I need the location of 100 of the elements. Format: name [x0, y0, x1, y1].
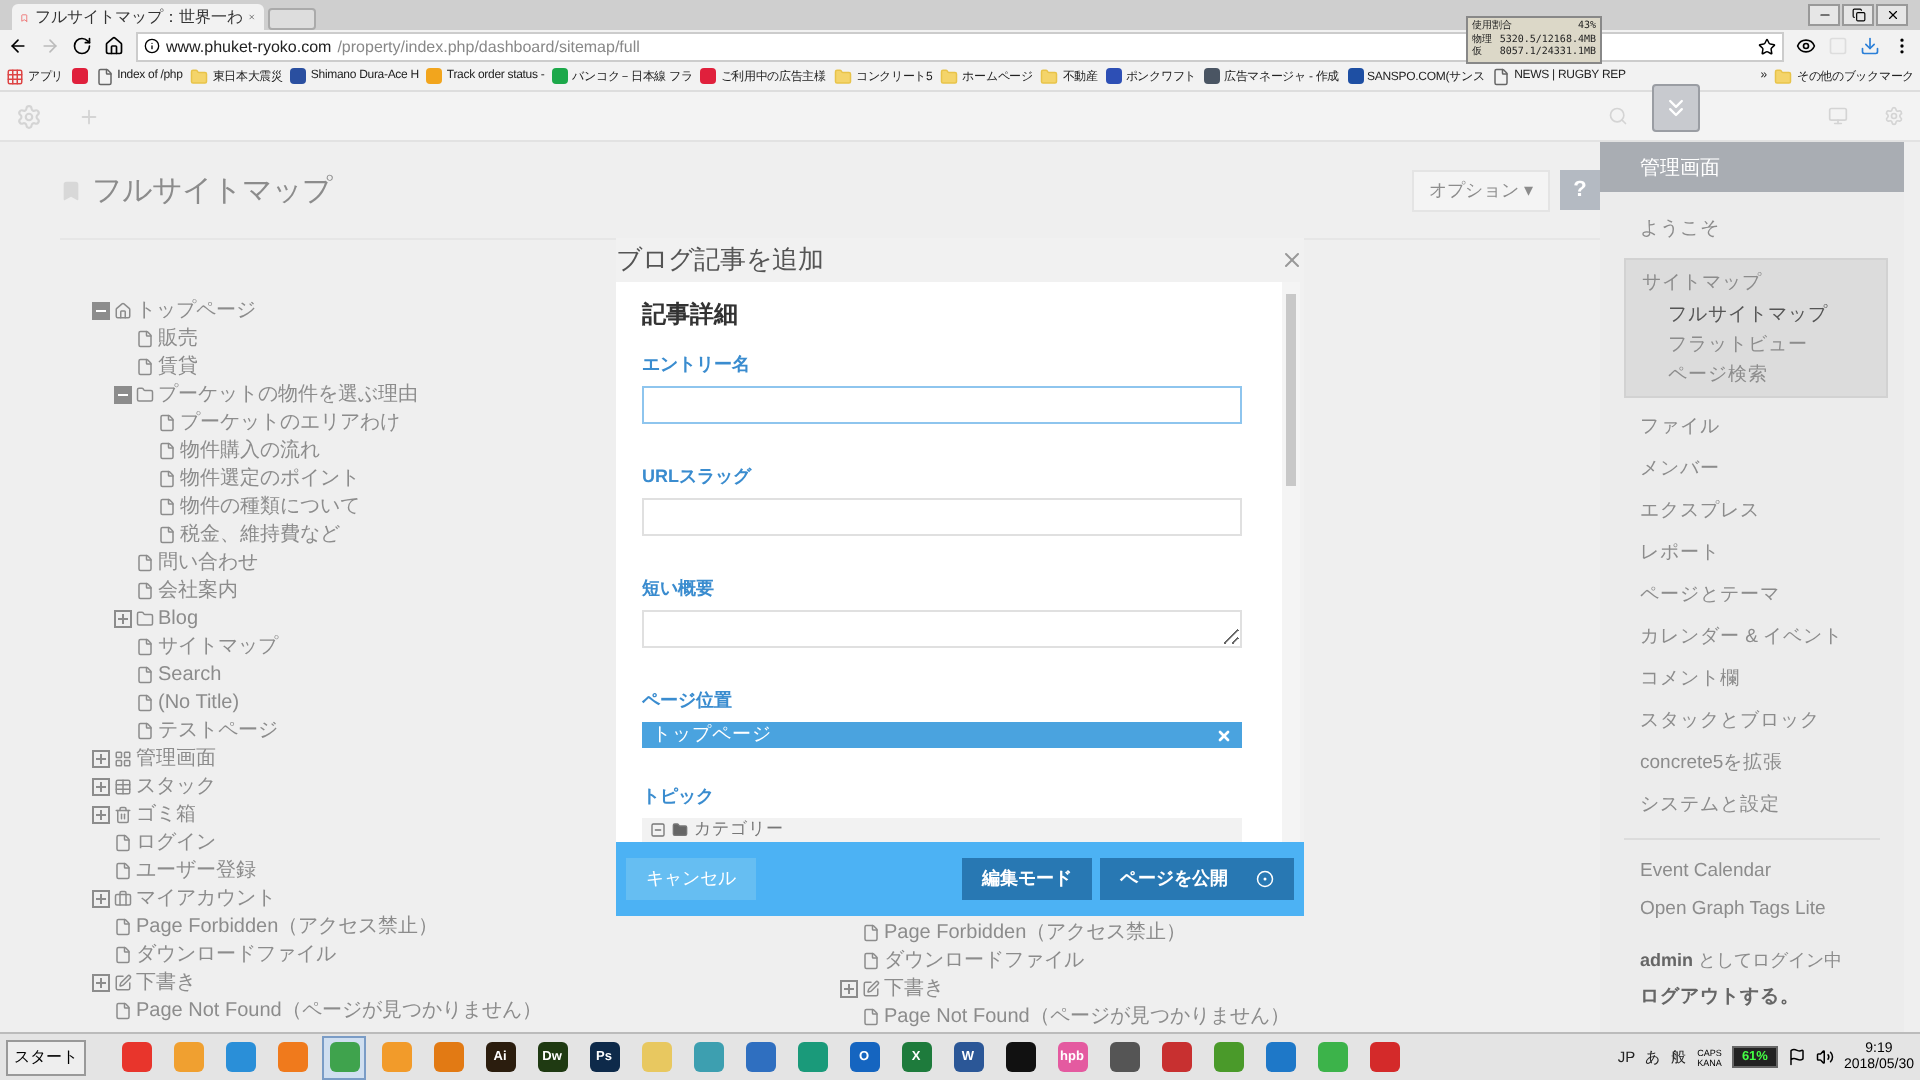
- back-icon[interactable]: [8, 36, 28, 56]
- tree-item[interactable]: 税金、維持費など: [180, 520, 340, 548]
- sidebar-item[interactable]: カレンダー & イベント: [1600, 616, 1904, 658]
- home-icon[interactable]: [104, 36, 124, 56]
- tree-item[interactable]: ダウンロードファイル: [884, 946, 1084, 974]
- publish-button[interactable]: ページを公開: [1100, 858, 1294, 900]
- page-icon: [136, 581, 154, 599]
- expand-icon[interactable]: [92, 805, 110, 823]
- page-title: フルサイトマップ: [92, 171, 332, 209]
- tree-item[interactable]: 下書き: [884, 974, 944, 1002]
- sidebar-item[interactable]: ようこそ: [1600, 208, 1904, 250]
- forward-icon[interactable]: [40, 36, 60, 56]
- sidebar-item[interactable]: システムと設定: [1600, 784, 1904, 826]
- tree-item[interactable]: プーケットの物件を選ぶ理由: [158, 380, 418, 408]
- tree-item[interactable]: ダウンロードファイル: [136, 940, 336, 968]
- sidebar-item[interactable]: ファイル: [1600, 406, 1904, 448]
- help-button[interactable]: ?: [1560, 170, 1600, 210]
- tree-item[interactable]: 下書き: [136, 968, 196, 996]
- table-icon: [114, 777, 132, 795]
- tree-item[interactable]: ログイン: [136, 828, 216, 856]
- sidebar-item[interactable]: フルサイトマップ: [1626, 300, 1886, 330]
- sidebar-item[interactable]: サイトマップ: [1626, 264, 1886, 300]
- bookmark-icon: [60, 179, 82, 201]
- logout-link[interactable]: ログアウトする。: [1600, 980, 1904, 1010]
- page-icon: [114, 945, 132, 963]
- input-field[interactable]: [642, 386, 1242, 424]
- bookmark-star-icon[interactable]: [1758, 37, 1776, 55]
- tree-item[interactable]: Page Forbidden（アクセス禁止）: [136, 912, 439, 940]
- download-arrows-icon[interactable]: [1652, 84, 1700, 132]
- textarea-field[interactable]: [642, 610, 1242, 648]
- close-icon[interactable]: [1280, 248, 1304, 272]
- tree-item[interactable]: Page Not Found（ページが見つかりません）: [136, 996, 542, 1024]
- sidebar-item[interactable]: ページ検索: [1626, 360, 1886, 390]
- tree-item[interactable]: Page Forbidden（アクセス禁止）: [884, 918, 1187, 946]
- apps-grid-icon: [6, 67, 24, 85]
- collapse-icon[interactable]: [650, 822, 666, 838]
- cancel-button[interactable]: キャンセル: [626, 858, 756, 900]
- sidebar-header[interactable]: 管理画面: [1600, 142, 1904, 192]
- minimize-button[interactable]: [1808, 4, 1840, 26]
- sidebar-item[interactable]: エクスプレス: [1600, 490, 1904, 532]
- tree-item[interactable]: Blog: [158, 607, 199, 629]
- home-icon: [114, 301, 132, 319]
- sidebar-item[interactable]: スタックとブロック: [1600, 700, 1904, 742]
- tree-item[interactable]: (No Title): [158, 691, 240, 713]
- volume-icon[interactable]: [1815, 1048, 1834, 1066]
- tree-item[interactable]: 販売: [158, 324, 198, 352]
- sidebar-item[interactable]: concrete5を拡張: [1600, 742, 1904, 784]
- remove-icon[interactable]: [1216, 727, 1232, 743]
- browser-tab[interactable]: フルサイトマップ：世界一わ: [12, 4, 264, 30]
- tree-item[interactable]: プーケットのエリアわけ: [180, 408, 400, 436]
- sidebar-item[interactable]: Event Calendar: [1600, 852, 1904, 890]
- tree-item[interactable]: 物件の種類について: [180, 492, 360, 520]
- sidebar-item[interactable]: レポート: [1600, 532, 1904, 574]
- expand-icon[interactable]: [92, 749, 110, 767]
- page-icon: [158, 497, 176, 515]
- close-button[interactable]: [1876, 4, 1908, 26]
- sidebar-item[interactable]: メンバー: [1600, 448, 1904, 490]
- tree-item[interactable]: 賃貸: [158, 352, 198, 380]
- collapse-icon[interactable]: [92, 301, 110, 319]
- expand-icon[interactable]: [92, 973, 110, 991]
- sidebar-item[interactable]: フラットビュー: [1626, 330, 1886, 360]
- tree-item[interactable]: ユーザー登録: [136, 856, 256, 884]
- start-button[interactable]: スタート: [6, 1039, 86, 1075]
- topic-tree[interactable]: カテゴリー: [642, 818, 1242, 842]
- sidebar-item[interactable]: コメント欄: [1600, 658, 1904, 700]
- tree-item[interactable]: ゴミ箱: [136, 800, 196, 828]
- sidebar-item[interactable]: Open Graph Tags Lite: [1600, 890, 1904, 928]
- folder-icon: [1774, 67, 1793, 85]
- tree-item[interactable]: サイトマップ: [158, 632, 278, 660]
- page-selector[interactable]: トップページ: [642, 722, 1242, 748]
- tree-item[interactable]: スタック: [136, 772, 216, 800]
- tree-item[interactable]: Search: [158, 663, 222, 685]
- expand-icon[interactable]: [92, 889, 110, 907]
- flag-icon[interactable]: [1787, 1048, 1806, 1066]
- collapse-icon[interactable]: [114, 385, 132, 403]
- tree-item[interactable]: 物件購入の流れ: [180, 436, 320, 464]
- reload-icon[interactable]: [72, 36, 92, 56]
- tree-item[interactable]: Page Not Found（ページが見つかりません）: [884, 1002, 1290, 1030]
- edit-mode-button[interactable]: 編集モード: [962, 858, 1092, 900]
- tree-item[interactable]: 管理画面: [136, 744, 216, 772]
- folder-icon: [136, 609, 154, 627]
- tree-item[interactable]: 会社案内: [158, 576, 238, 604]
- tree-item[interactable]: マイアカウント: [136, 884, 276, 912]
- eye-icon[interactable]: [1796, 36, 1816, 56]
- expand-icon[interactable]: [840, 979, 858, 997]
- page-icon: [158, 525, 176, 543]
- tree-item[interactable]: トップページ: [136, 296, 256, 324]
- restore-button[interactable]: [1842, 4, 1874, 26]
- tree-item[interactable]: 問い合わせ: [158, 548, 258, 576]
- expand-icon[interactable]: [114, 609, 132, 627]
- input-field[interactable]: [642, 498, 1242, 536]
- tree-item[interactable]: カテゴリー: [694, 818, 784, 842]
- download-icon[interactable]: [1860, 36, 1880, 56]
- sidebar-item[interactable]: ページとテーマ: [1600, 574, 1904, 616]
- new-tab-button[interactable]: [268, 8, 316, 30]
- tree-item[interactable]: 物件選定のポイント: [180, 464, 360, 492]
- field-label: 短い概要: [642, 576, 716, 602]
- options-button[interactable]: オプション ▾: [1412, 169, 1550, 211]
- expand-icon[interactable]: [92, 777, 110, 795]
- tree-item[interactable]: テストページ: [158, 716, 278, 744]
